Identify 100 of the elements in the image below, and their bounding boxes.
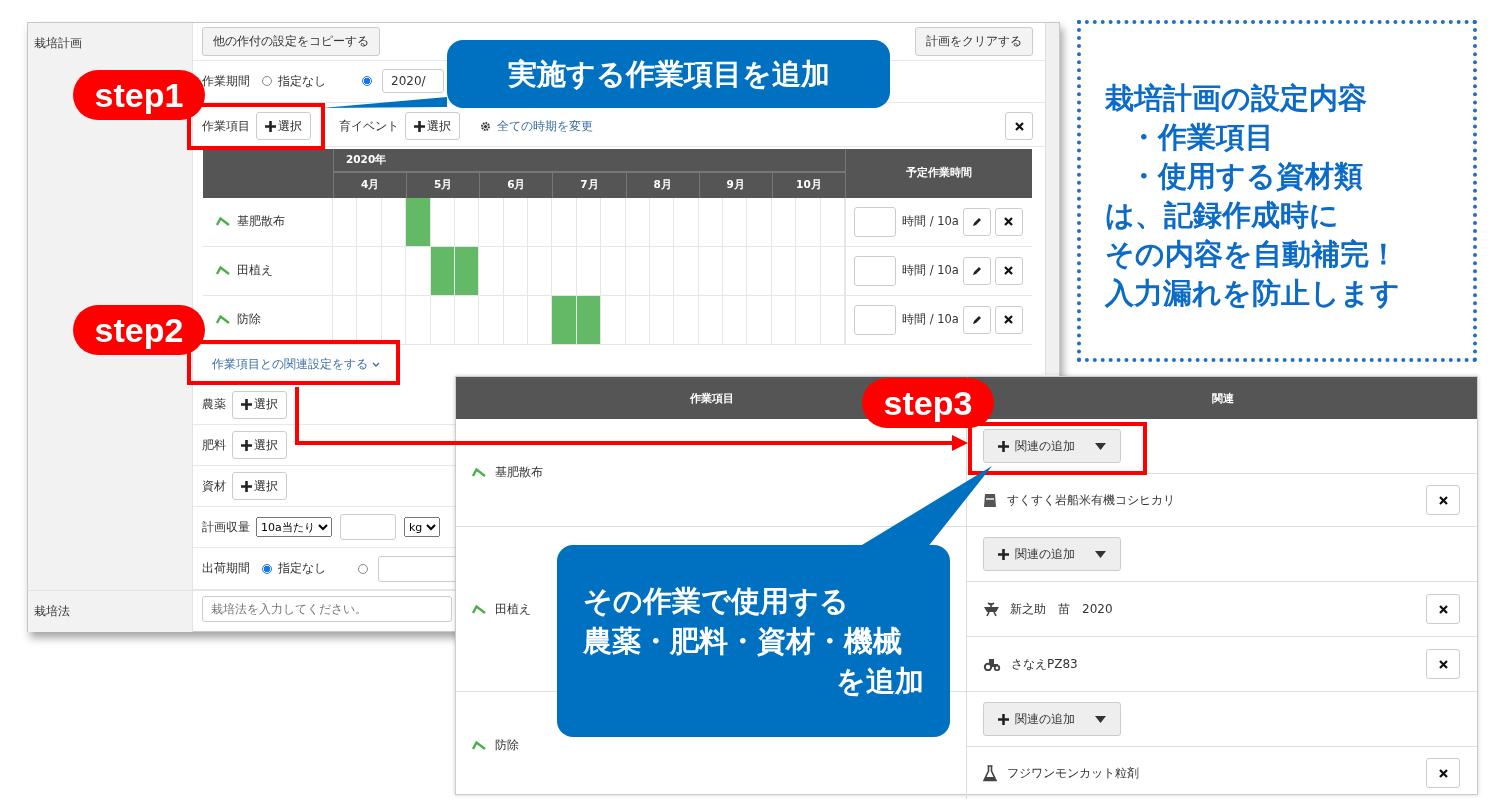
radio-button[interactable] <box>262 563 272 574</box>
caret-down-icon <box>1095 550 1106 558</box>
callout-text: その作業で使用する <box>583 583 850 620</box>
related-item-name: すくすく岩船米有機コシヒカリ <box>1007 491 1175 509</box>
basis-select[interactable]: 10a当たり <box>256 517 332 538</box>
task-name: 田植え <box>495 600 531 618</box>
radio-button[interactable] <box>362 76 372 87</box>
select-button[interactable]: 選択 <box>232 472 287 501</box>
close-icon <box>1438 495 1448 505</box>
caret-up-icon <box>216 217 230 227</box>
plus-icon <box>265 120 276 132</box>
hours-input[interactable] <box>854 206 896 237</box>
bag-icon <box>983 492 997 508</box>
close-icon <box>1004 217 1014 227</box>
month-header: 6月 <box>479 172 553 198</box>
plus-icon <box>414 120 425 132</box>
date-input[interactable]: 2020/ <box>382 69 444 94</box>
column-header: 作業項目 <box>689 390 734 406</box>
column-header: 関連 <box>1211 390 1234 406</box>
delete-button[interactable] <box>994 256 1023 285</box>
pencil-icon <box>971 216 982 227</box>
flask-icon <box>983 764 997 782</box>
yield-input[interactable] <box>340 514 396 541</box>
clear-button[interactable]: 計画をクリアする <box>915 26 1033 56</box>
change-all-link[interactable]: 全ての時期を変更 <box>497 117 593 135</box>
delete-button[interactable] <box>994 207 1023 236</box>
related-item-name: さなえPZ83 <box>1011 655 1078 673</box>
related-item-name: 新之助 苗 2020 <box>1010 600 1113 618</box>
caret-up-icon <box>216 315 230 325</box>
select-button[interactable]: 選択 <box>256 112 311 141</box>
select-button[interactable]: 選択 <box>232 431 287 460</box>
month-header: 5月 <box>406 172 480 198</box>
relation-settings-link[interactable]: 作業項目との関連設定をする <box>212 356 380 374</box>
note-line: ・使用する資材類 <box>1128 158 1364 194</box>
callout-text: 農薬・肥料・資材・機械 <box>583 623 903 660</box>
step-badge: step3 <box>862 378 994 428</box>
year-header: 2020年 <box>333 148 845 173</box>
close-icon <box>1438 659 1448 669</box>
task-name: 田植え <box>237 262 273 280</box>
plus-icon <box>998 440 1009 452</box>
field-label: 出荷期間 <box>202 560 250 578</box>
tractor-icon <box>983 657 1001 671</box>
delete-button[interactable] <box>1426 758 1460 788</box>
field-label: 作業項目 <box>202 117 250 135</box>
delete-button[interactable] <box>1426 485 1460 515</box>
month-header: 4月 <box>333 172 407 198</box>
scrollbar[interactable] <box>1045 23 1059 375</box>
method-input[interactable]: 栽培法を入力してください。 <box>202 596 452 622</box>
caret-up-icon <box>472 468 486 477</box>
date-input[interactable] <box>378 555 458 582</box>
section-label: 栽培法 <box>34 604 70 618</box>
month-header: 7月 <box>552 172 626 198</box>
copy-button[interactable]: 他の作付の設定をコピーする <box>202 26 380 56</box>
task-name: 防除 <box>495 737 519 754</box>
add-relation-button[interactable]: 関連の追加 <box>983 702 1121 736</box>
field-label: 計画収量 <box>202 518 250 536</box>
hours-input[interactable] <box>854 255 896 286</box>
note-line: 栽培計画の設定内容 <box>1105 80 1368 116</box>
delete-button[interactable] <box>1426 649 1460 679</box>
plus-icon <box>241 439 252 451</box>
pencil-icon <box>971 265 982 276</box>
plus-icon <box>241 480 252 492</box>
chevron-down-icon <box>372 361 380 368</box>
note-line: その内容を自動補完！ <box>1105 236 1399 272</box>
step-badge: step2 <box>73 305 205 355</box>
field-label: 農薬 <box>202 396 226 413</box>
add-relation-button[interactable]: 関連の追加 <box>983 429 1121 463</box>
add-relation-button[interactable]: 関連の追加 <box>983 537 1121 571</box>
note-line: ・作業項目 <box>1128 119 1275 155</box>
note-line: は、記録作成時に <box>1105 197 1340 233</box>
close-icon <box>1438 768 1448 778</box>
close-icon <box>1004 315 1014 325</box>
caret-down-icon <box>1095 442 1106 450</box>
task-name: 基肥散布 <box>495 464 543 481</box>
select-button[interactable]: 選択 <box>232 390 287 419</box>
field-label: 育イベント <box>339 117 399 135</box>
caret-up-icon <box>472 741 486 750</box>
select-button[interactable]: 選択 <box>405 112 460 141</box>
delete-button[interactable] <box>994 305 1023 334</box>
field-label: 肥料 <box>202 436 226 454</box>
field-label: 資材 <box>202 477 226 495</box>
remove-button[interactable] <box>1005 112 1033 141</box>
task-name: 防除 <box>237 311 261 329</box>
unit-label: 時間 / 10a <box>902 214 959 230</box>
radio-label: 指定なし <box>278 560 326 578</box>
section-label: 栽培計画 <box>34 36 82 50</box>
plus-icon <box>241 399 252 410</box>
close-icon <box>1014 121 1024 131</box>
close-icon <box>1004 266 1014 276</box>
unit-select[interactable]: kg <box>404 517 440 538</box>
settings-icon <box>480 120 491 132</box>
related-item-name: フジワンモンカット粒剤 <box>1007 764 1139 782</box>
pencil-icon <box>971 314 982 325</box>
hours-input[interactable] <box>854 304 896 335</box>
caret-down-icon <box>1095 715 1106 723</box>
delete-button[interactable] <box>1426 594 1460 624</box>
column-header: 予定作業時間 <box>845 148 1032 198</box>
caret-up-icon <box>472 604 486 614</box>
plus-icon <box>998 548 1009 560</box>
unit-label: 時間 / 10a <box>902 263 959 279</box>
